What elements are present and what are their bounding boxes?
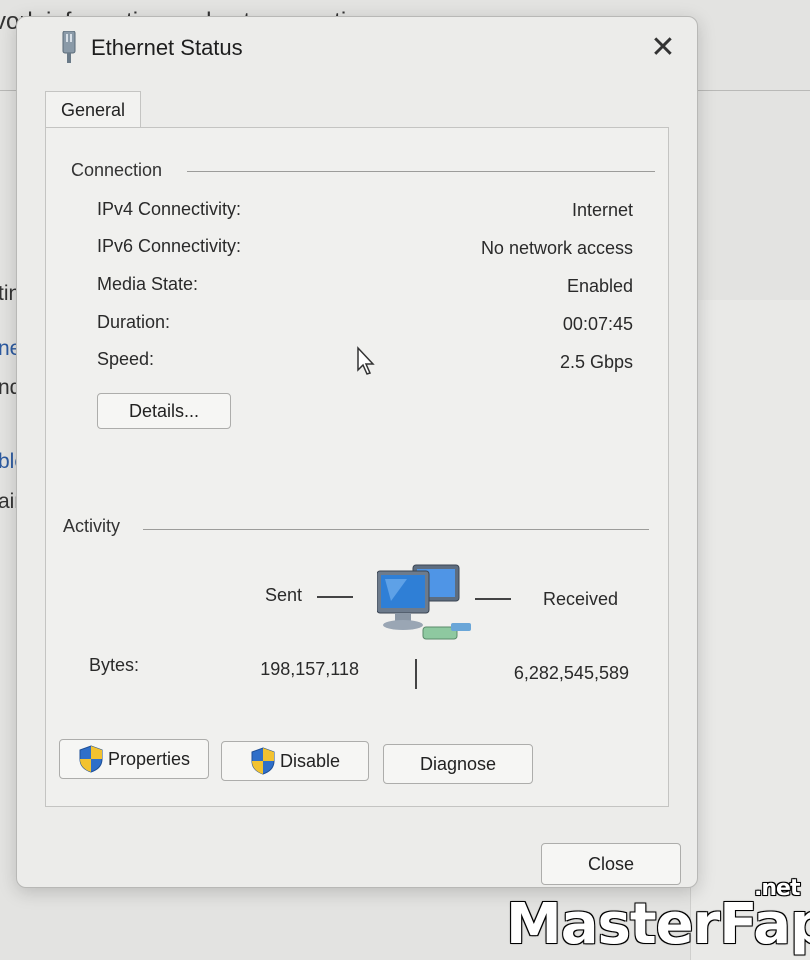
properties-label: Properties — [107, 748, 191, 769]
dialog-title: Ethernet Status — [91, 35, 243, 60]
activity-group-line — [143, 529, 649, 530]
disable-button[interactable]: Disable — [221, 741, 369, 781]
duration-label: Duration: — [97, 312, 171, 332]
ethernet-icon — [62, 31, 76, 63]
mouse-cursor-icon — [357, 346, 375, 375]
ipv4-connectivity-value: Internet — [571, 200, 633, 220]
ipv6-connectivity-label: IPv6 Connectivity: — [97, 236, 242, 256]
sent-label: Sent — [265, 585, 303, 605]
received-line — [475, 598, 511, 600]
speed-value: 2.5 Gbps — [559, 352, 633, 372]
ipv6-connectivity-value: No network access — [480, 238, 633, 258]
general-tab-panel — [45, 127, 669, 807]
bytes-sent-value: 198,157,118 — [260, 659, 359, 679]
activity-group-label: Activity — [63, 516, 131, 537]
ipv4-connectivity-label: IPv4 Connectivity: — [97, 199, 242, 219]
connection-group-label: Connection — [71, 160, 173, 181]
connection-group-line — [187, 171, 655, 172]
watermark-text: MasterFap — [506, 892, 810, 957]
details-button[interactable]: Details... — [97, 393, 231, 429]
close-button[interactable]: Close — [541, 843, 681, 885]
bytes-label: Bytes: — [89, 655, 140, 675]
watermark: MasterFap .net — [506, 876, 810, 957]
close-icon[interactable]: ✕ — [641, 29, 685, 65]
network-computers-icon — [377, 564, 471, 640]
bytes-divider — [415, 659, 417, 689]
ethernet-status-dialog: Ethernet Status ✕ General Connection IPv… — [16, 16, 698, 888]
media-state-label: Media State: — [97, 274, 199, 294]
media-state-value: Enabled — [566, 276, 633, 296]
tab-general[interactable]: General — [45, 91, 141, 128]
disable-label: Disable — [279, 750, 341, 771]
shield-icon — [251, 747, 275, 775]
bytes-received-value: 6,282,545,589 — [513, 663, 629, 683]
properties-button[interactable]: Properties — [59, 739, 209, 779]
shield-icon — [79, 745, 103, 773]
received-label: Received — [543, 589, 619, 609]
background-panel — [690, 300, 810, 960]
watermark-suffix: .net — [754, 876, 800, 901]
diagnose-button[interactable]: Diagnose — [383, 744, 533, 784]
speed-label: Speed: — [97, 349, 155, 369]
sent-line — [317, 596, 353, 598]
duration-value: 00:07:45 — [562, 314, 633, 334]
